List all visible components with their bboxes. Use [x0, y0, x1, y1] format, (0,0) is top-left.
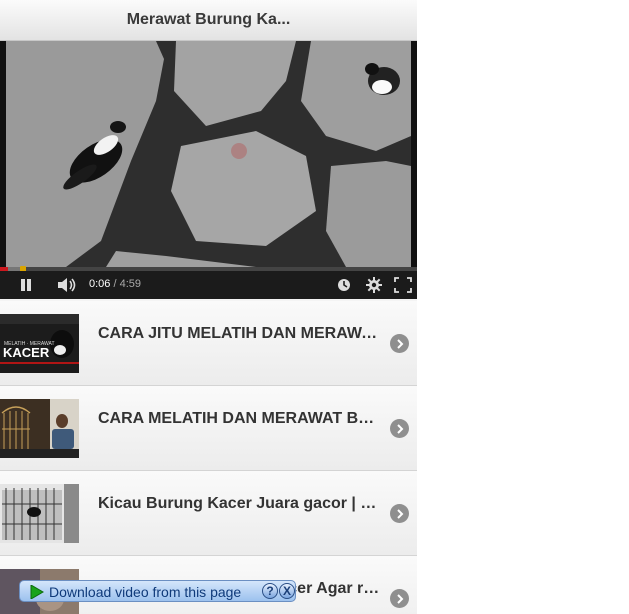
video-player[interactable]: 0:06 / 4:59 [0, 41, 417, 299]
pause-icon [21, 279, 31, 291]
chevron-right-icon [396, 338, 403, 349]
video-scene [6, 41, 411, 267]
video-title[interactable]: CARA MELATIH DAN MERAWAT BURUNG KACER [98, 410, 380, 428]
thumbnail-image: MELATIH · MERAWAT KACER [0, 314, 79, 373]
play-icon [30, 585, 44, 599]
chevron-right-icon [396, 423, 403, 434]
duration-time: 4:59 [119, 278, 142, 290]
list-item[interactable]: MELATIH · MERAWAT KACER CARA JITU MELATI… [0, 301, 417, 386]
time-display: 0:06 / 4:59 [89, 278, 141, 290]
open-item-button[interactable] [390, 334, 409, 353]
fullscreen-button[interactable] [392, 271, 414, 299]
chevron-right-icon [396, 593, 403, 604]
pause-button[interactable] [12, 271, 40, 299]
list-item[interactable]: Kicau Burung Kacer Juara gacor | Kicau B… [0, 471, 417, 556]
download-video-toolbar[interactable]: Download video from this page ? X [19, 580, 296, 602]
volume-button[interactable] [54, 271, 80, 299]
video-frame[interactable] [6, 41, 411, 267]
download-video-link[interactable]: Download video from this page [49, 584, 241, 600]
chevron-right-icon [396, 508, 403, 519]
clock-icon [338, 279, 350, 291]
help-button[interactable]: ? [262, 583, 278, 599]
settings-button[interactable] [363, 271, 385, 299]
video-thumbnail[interactable] [0, 399, 79, 458]
fullscreen-icon [394, 277, 412, 293]
thumbnail-image [0, 484, 79, 543]
open-item-button[interactable] [390, 419, 409, 438]
app-screen: Merawat Burung Ka... 0:06 / 4:59 MELATIH… [0, 0, 417, 614]
list-item[interactable]: CARA MELATIH DAN MERAWAT BURUNG KACER [0, 386, 417, 471]
watch-later-button[interactable] [334, 271, 354, 299]
header-bar: Merawat Burung Ka... [0, 0, 417, 41]
thumb-caption: KACER [3, 345, 50, 360]
video-thumbnail[interactable] [0, 484, 79, 543]
current-time: 0:06 [89, 278, 111, 290]
open-item-button[interactable] [390, 504, 409, 523]
page-title: Merawat Burung Ka... [126, 11, 291, 28]
close-button[interactable]: X [279, 583, 295, 599]
player-controls: 0:06 / 4:59 [0, 271, 417, 299]
volume-icon [58, 278, 76, 292]
video-title[interactable]: Kicau Burung Kacer Juara gacor | Kicau B… [98, 495, 380, 513]
gear-icon [366, 277, 382, 293]
thumbnail-image [0, 399, 79, 458]
open-item-button[interactable] [390, 589, 409, 608]
video-thumbnail[interactable]: MELATIH · MERAWAT KACER [0, 314, 79, 373]
time-separator: / [110, 278, 120, 290]
video-title[interactable]: CARA JITU MELATIH DAN MERAWAT BURUNG KAC… [98, 325, 380, 343]
